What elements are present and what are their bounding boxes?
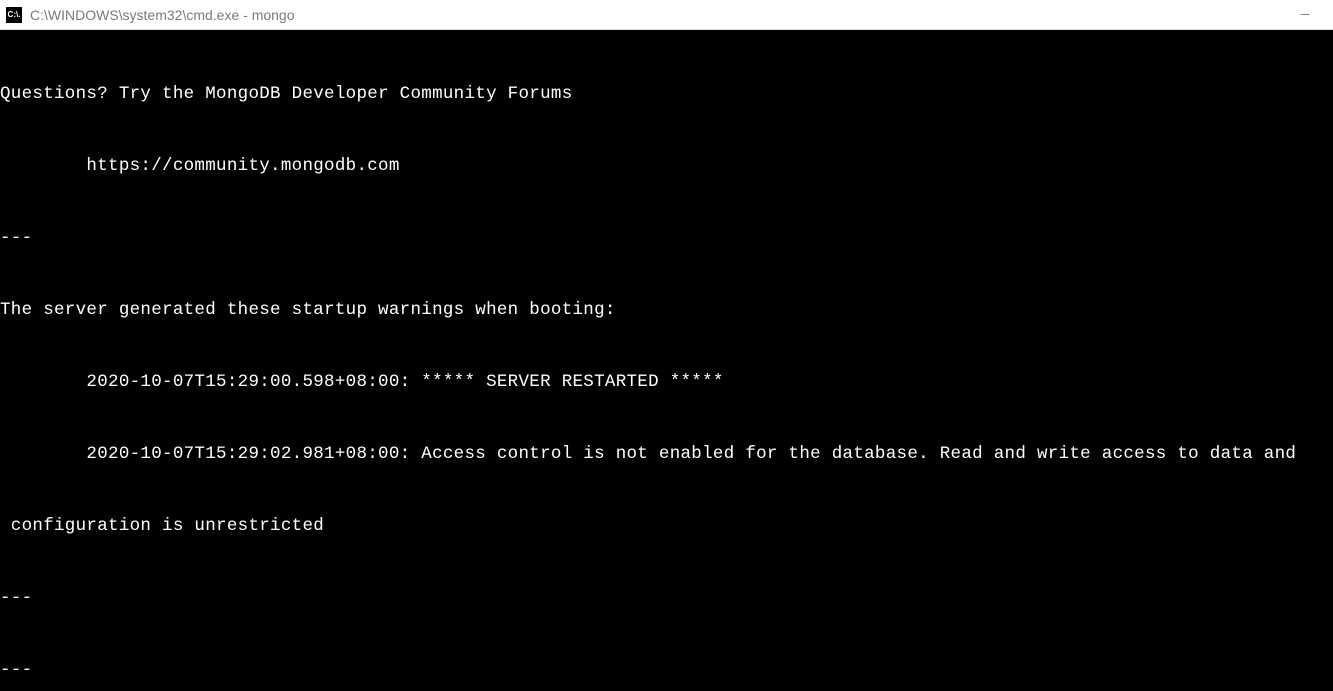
- terminal-line: 2020-10-07T15:29:00.598+08:00: ***** SER…: [0, 370, 1333, 394]
- terminal-line: https://community.mongodb.com: [0, 154, 1333, 178]
- terminal-line: ---: [0, 586, 1333, 610]
- terminal-line: ---: [0, 658, 1333, 682]
- cmd-icon: C:\.: [6, 7, 22, 23]
- terminal-line: 2020-10-07T15:29:02.981+08:00: Access co…: [0, 442, 1333, 466]
- window-title: C:\WINDOWS\system32\cmd.exe - mongo: [30, 7, 1295, 23]
- terminal-line: configuration is unrestricted: [0, 514, 1333, 538]
- terminal-line: ---: [0, 226, 1333, 250]
- terminal-line: Questions? Try the MongoDB Developer Com…: [0, 82, 1333, 106]
- terminal-output[interactable]: Questions? Try the MongoDB Developer Com…: [0, 30, 1333, 691]
- terminal-line: The server generated these startup warni…: [0, 298, 1333, 322]
- window-titlebar: C:\. C:\WINDOWS\system32\cmd.exe - mongo…: [0, 0, 1333, 30]
- minimize-button[interactable]: —: [1295, 7, 1315, 23]
- window-controls: —: [1295, 7, 1327, 23]
